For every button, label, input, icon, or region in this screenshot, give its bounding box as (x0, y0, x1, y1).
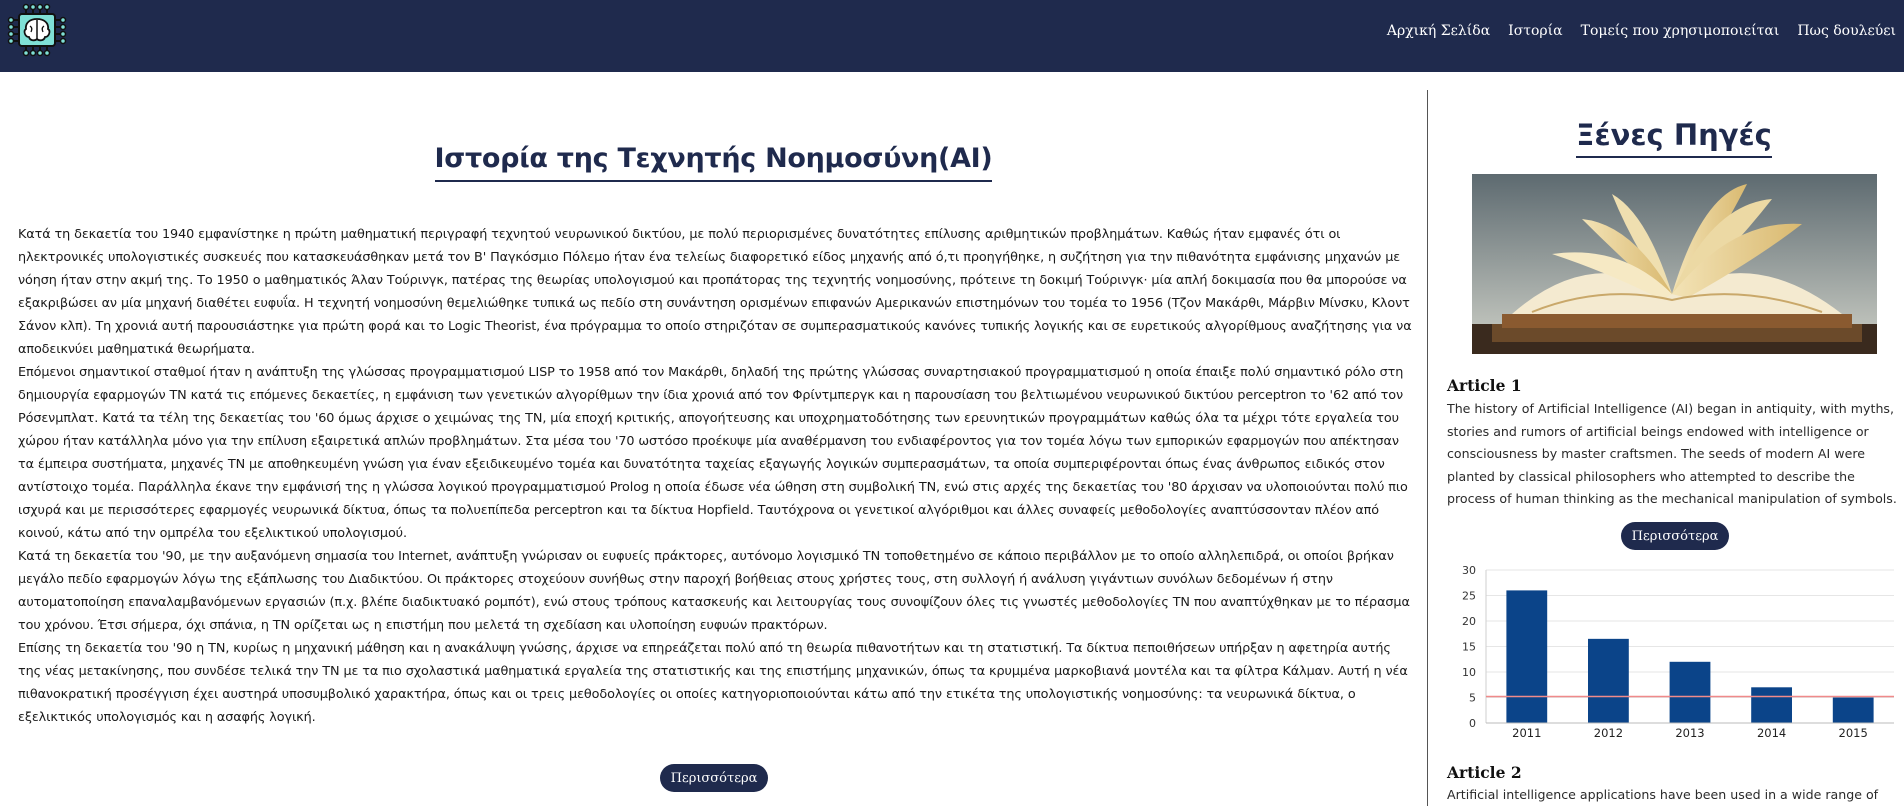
open-book-image (1472, 174, 1877, 354)
nav-link-how-it-works[interactable]: Πως δουλεύει (1797, 23, 1896, 39)
bar (1832, 697, 1874, 723)
x-tick-label: 2012 (1594, 726, 1623, 740)
article-1-title: Article 1 (1447, 376, 1522, 395)
article-2-title: Article 2 (1447, 763, 1522, 782)
y-tick-label: 15 (1462, 641, 1476, 654)
x-tick-label: 2014 (1757, 726, 1786, 740)
nav-link-fields[interactable]: Τομείς που χρησιμοποιείται (1581, 23, 1780, 39)
article-1-more-button[interactable]: Περισσότερα (1621, 522, 1729, 550)
x-tick-label: 2011 (1512, 726, 1541, 740)
bar (1669, 661, 1711, 723)
page-title: Ιστορία της Τεχνητής Νοημοσύνη(AI) (434, 143, 993, 182)
history-paragraph-2: Επόμενοι σημαντικοί σταθμοί ήταν η ανάπτ… (18, 365, 1408, 541)
history-paragraph-1: Κατά τη δεκαετία του 1940 εμφανίστηκε η … (18, 227, 1412, 357)
nav-links: Αρχική Σελίδα Ιστορία Τομείς που χρησιμο… (1387, 0, 1896, 62)
x-tick-label: 2015 (1839, 726, 1868, 740)
history-text: Κατά τη δεκαετία του 1940 εμφανίστηκε η … (18, 223, 1414, 729)
bar (1751, 687, 1792, 723)
brain-chip-logo-icon[interactable] (6, 3, 68, 57)
sidebar-title: Ξένες Πηγές (1576, 118, 1772, 158)
history-paragraph-4: Επίσης τη δεκαετία του '90 η ΤΝ, κυρίως … (18, 641, 1408, 725)
article-2-body: Artificial intelligence applications hav… (1447, 787, 1879, 802)
bar (1506, 590, 1548, 723)
top-navbar: Αρχική Σελίδα Ιστορία Τομείς που χρησιμο… (0, 0, 1904, 72)
y-tick-label: 20 (1462, 615, 1476, 628)
x-tick-label: 2013 (1675, 726, 1704, 740)
y-tick-label: 30 (1462, 564, 1476, 577)
sidebar: Ξένες Πηγές Article 1 The history of Art… (1429, 90, 1904, 806)
vertical-divider (1427, 90, 1428, 806)
article-1-body: The history of Artificial Intelligence (… (1447, 401, 1897, 506)
y-tick-label: 5 (1469, 692, 1476, 705)
bar (1588, 638, 1629, 723)
more-button[interactable]: Περισσότερα (660, 764, 768, 792)
y-tick-label: 0 (1469, 717, 1476, 730)
y-tick-label: 25 (1462, 590, 1476, 603)
main-content: Ιστορία της Τεχνητής Νοημοσύνη(AI) Κατά … (0, 90, 1427, 806)
y-tick-label: 10 (1462, 666, 1476, 679)
nav-link-history[interactable]: Ιστορία (1508, 23, 1562, 39)
history-paragraph-3: Κατά τη δεκαετία του '90, με την αυξανόμ… (18, 549, 1410, 633)
nav-link-home[interactable]: Αρχική Σελίδα (1387, 23, 1490, 39)
